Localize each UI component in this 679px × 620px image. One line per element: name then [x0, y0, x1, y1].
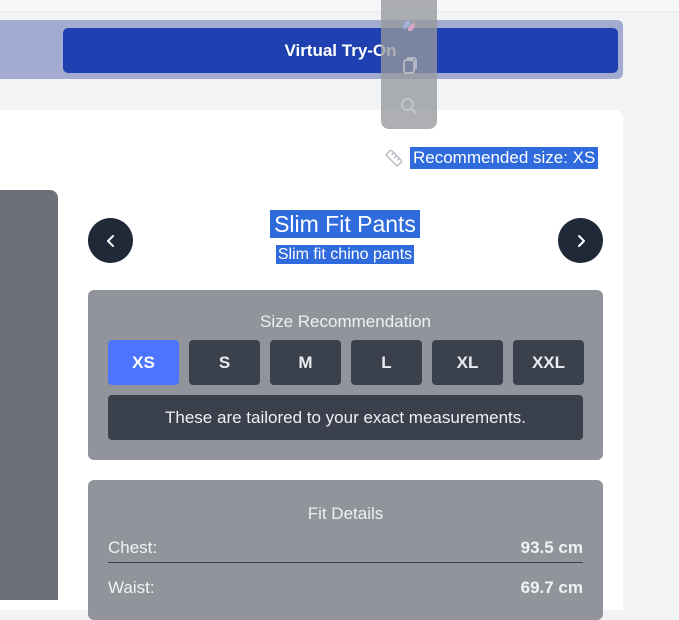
copy-icon[interactable]: [399, 56, 419, 76]
size-xs-button[interactable]: XS: [108, 340, 179, 385]
size-xl-button[interactable]: XL: [432, 340, 503, 385]
product-subtitle-wrap: Slim fit chino pants: [0, 245, 679, 264]
product-title: Slim Fit Pants: [270, 210, 420, 238]
search-icon[interactable]: [399, 96, 419, 116]
copilot-icon[interactable]: [399, 16, 419, 36]
fit-row-waist: Waist: 69.7 cm: [108, 574, 583, 602]
top-bar: [0, 0, 679, 12]
size-m-button[interactable]: M: [270, 340, 341, 385]
product-title-wrap: Slim Fit Pants: [0, 210, 679, 238]
size-xxl-button[interactable]: XXL: [513, 340, 584, 385]
fit-label: Waist:: [108, 578, 155, 597]
virtual-try-on-button[interactable]: Virtual Try-On: [63, 28, 618, 73]
fit-value: 69.7 cm: [520, 578, 583, 597]
recommended-size-text: Recommended size: XS: [410, 147, 599, 169]
size-recommendation-heading: Size Recommendation: [259, 312, 432, 331]
product-subtitle: Slim fit chino pants: [275, 245, 415, 264]
size-note: These are tailored to your exact measure…: [108, 395, 583, 440]
fit-value: 93.5 cm: [520, 538, 583, 557]
recommended-size: Recommended size: XS: [384, 146, 599, 170]
ruler-icon: [385, 149, 403, 167]
size-s-button[interactable]: S: [189, 340, 260, 385]
fit-details-heading: Fit Details: [307, 504, 384, 523]
size-l-button[interactable]: L: [351, 340, 422, 385]
floating-toolbar: [381, 0, 437, 129]
fit-label: Chest:: [108, 538, 158, 557]
fit-details-panel: Fit Details Chest: 93.5 cm Waist: 69.7 c…: [88, 480, 603, 620]
fit-row-chest: Chest: 93.5 cm: [108, 534, 583, 563]
size-options: XS S M L XL XXL: [108, 340, 584, 385]
size-recommendation-panel: Size Recommendation XS S M L XL XXL Thes…: [88, 290, 603, 460]
